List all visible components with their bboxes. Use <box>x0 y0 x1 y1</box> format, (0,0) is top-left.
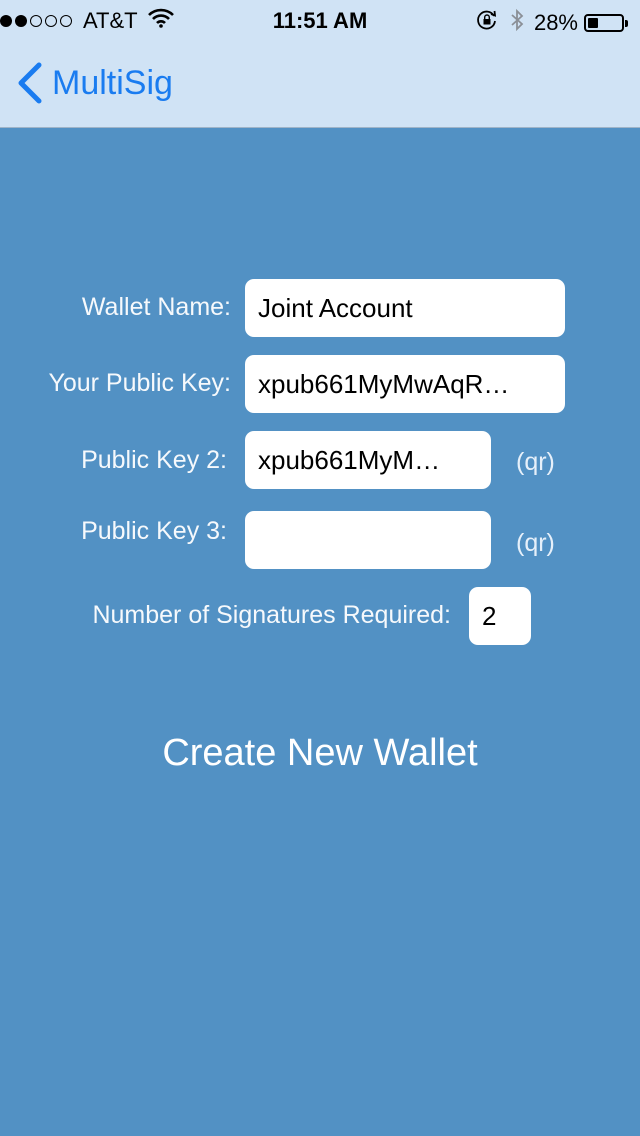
battery-tip <box>625 19 628 27</box>
wallet-name-field[interactable]: Joint Account <box>245 279 565 337</box>
battery-percent: 28% <box>533 10 578 35</box>
your-public-key-label: Your Public Key: <box>48 369 231 397</box>
navigation-bar: AT&T 11:51 AM 28% MultiSig <box>0 0 640 128</box>
signatures-required-field[interactable]: 2 <box>469 587 531 645</box>
public-key-2-field[interactable]: xpub661MyM… <box>245 431 491 489</box>
battery-icon <box>584 14 624 32</box>
back-button-label: MultiSig <box>52 63 173 102</box>
status-bar: AT&T 11:51 AM 28% <box>0 6 640 36</box>
back-button[interactable]: MultiSig <box>16 62 173 104</box>
status-right: 28% <box>476 8 628 38</box>
public-key-2-label: Public Key 2: <box>81 446 227 474</box>
your-public-key-field[interactable]: xpub661MyMwAqR… <box>245 355 565 413</box>
create-new-wallet-button[interactable]: Create New Wallet <box>0 732 640 775</box>
chevron-left-icon <box>16 62 42 104</box>
public-key-3-field[interactable] <box>245 511 491 569</box>
public-key-3-label: Public Key 3: <box>81 517 227 545</box>
wallet-name-label: Wallet Name: <box>81 293 231 321</box>
public-key-3-qr-button[interactable]: (qr) <box>516 529 555 558</box>
public-key-2-qr-button[interactable]: (qr) <box>516 448 555 477</box>
bluetooth-icon <box>510 8 524 38</box>
rotation-lock-icon <box>476 9 498 37</box>
signatures-required-label: Number of Signatures Required: <box>92 601 451 629</box>
